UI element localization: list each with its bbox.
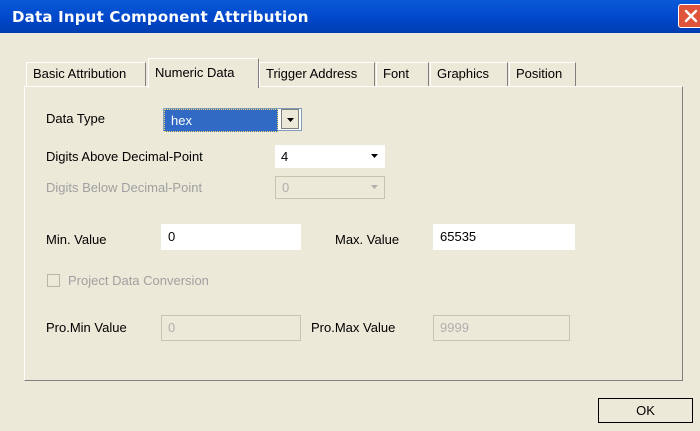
close-icon <box>684 9 698 23</box>
pro-min-label: Pro.Min Value <box>46 320 127 335</box>
pro-max-input: 9999 <box>433 315 570 341</box>
max-value-input[interactable]: 65535 <box>433 224 575 250</box>
close-button[interactable] <box>678 4 700 28</box>
tab-font[interactable]: Font <box>376 62 429 86</box>
min-value-input[interactable]: 0 <box>161 224 301 250</box>
data-type-select[interactable]: hex <box>163 108 302 132</box>
ok-button[interactable]: OK <box>598 398 693 423</box>
digits-below-label: Digits Below Decimal-Point <box>46 180 203 195</box>
chevron-down-icon <box>371 185 378 189</box>
tab-numeric-data[interactable]: Numeric Data <box>148 58 259 88</box>
tab-trigger-address[interactable]: Trigger Address <box>259 62 375 86</box>
digits-above-label: Digits Above Decimal-Point <box>46 149 203 164</box>
digits-below-dropdown-button <box>366 177 384 197</box>
title-bar: Data Input Component Attribution <box>0 0 700 33</box>
chevron-down-icon <box>371 154 378 158</box>
window-title: Data Input Component Attribution <box>12 8 309 26</box>
tab-graphics[interactable]: Graphics <box>430 62 508 86</box>
min-value-label: Min. Value <box>46 232 107 247</box>
data-type-dropdown-button[interactable] <box>281 109 299 129</box>
data-type-value: hex <box>164 109 278 132</box>
chevron-down-icon <box>287 118 294 122</box>
tab-position[interactable]: Position <box>509 62 576 86</box>
digits-above-select[interactable]: 4 <box>275 145 385 168</box>
project-conversion-checkbox <box>47 274 60 287</box>
pro-min-input: 0 <box>161 315 301 341</box>
project-conversion-label: Project Data Conversion <box>68 273 209 288</box>
max-value-label: Max. Value <box>335 232 400 247</box>
tab-basic-attribution[interactable]: Basic Attribution <box>26 62 146 86</box>
data-type-label: Data Type <box>46 111 106 126</box>
digits-below-value: 0 <box>282 180 290 195</box>
digits-above-value: 4 <box>281 149 289 164</box>
pro-max-label: Pro.Max Value <box>311 320 396 335</box>
digits-below-select: 0 <box>275 176 385 199</box>
digits-above-dropdown-button[interactable] <box>366 146 384 166</box>
